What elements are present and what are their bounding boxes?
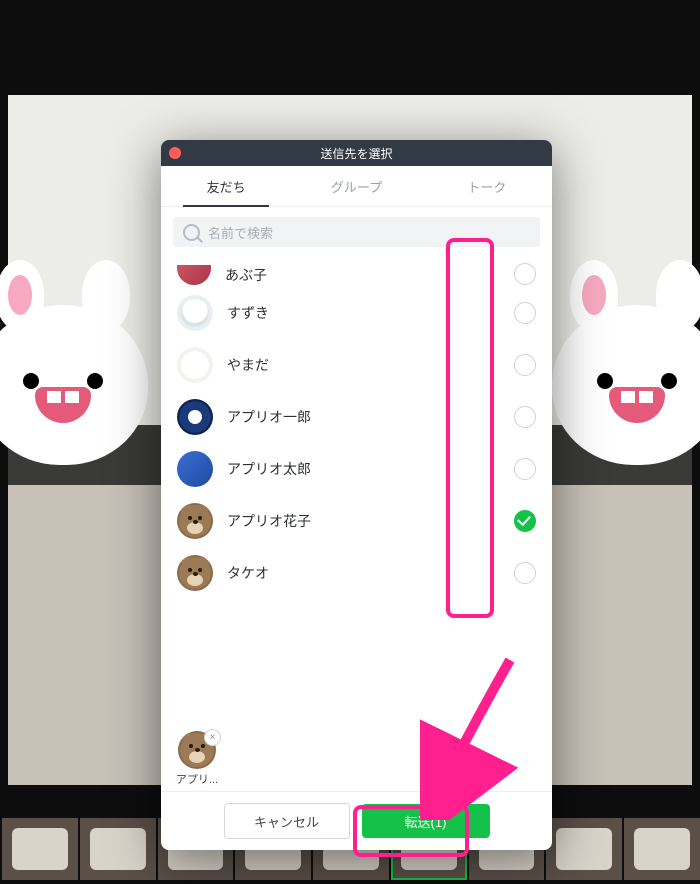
search-placeholder: 名前で検索 — [208, 223, 273, 242]
selected-recipients: × アプリ... — [161, 729, 552, 791]
avatar — [177, 451, 213, 487]
recipient-chip[interactable]: × アプリ... — [175, 731, 219, 787]
search-input[interactable]: 名前で検索 — [173, 217, 540, 247]
thumbnail[interactable] — [546, 818, 622, 880]
friend-row[interactable]: やまだ — [161, 339, 552, 391]
friend-row[interactable]: すずき — [161, 287, 552, 339]
dialog-titlebar: 送信先を選択 — [161, 140, 552, 166]
friend-name: すずき — [227, 303, 514, 323]
select-radio[interactable] — [514, 354, 536, 376]
send-button[interactable]: 転送(1) — [362, 804, 490, 838]
close-window-dot[interactable] — [169, 147, 181, 159]
share-dialog: 送信先を選択 友だちグループトーク 名前で検索 あぶ子すずきやまだアプリオ一郎ア… — [161, 140, 552, 850]
avatar — [177, 265, 211, 285]
select-radio[interactable] — [514, 263, 536, 285]
select-radio[interactable] — [514, 406, 536, 428]
dialog-footer: キャンセル 転送(1) — [161, 791, 552, 850]
thumbnail[interactable] — [80, 818, 156, 880]
search-icon — [183, 224, 200, 241]
select-radio[interactable] — [514, 562, 536, 584]
friend-name: やまだ — [227, 355, 514, 375]
thumbnail[interactable] — [2, 818, 78, 880]
friend-row[interactable]: アプリオ一郎 — [161, 391, 552, 443]
avatar — [177, 399, 213, 435]
friend-name: アプリオ太郎 — [227, 459, 514, 479]
friend-name: アプリオ一郎 — [227, 407, 514, 427]
avatar — [177, 347, 213, 383]
tab-groups[interactable]: グループ — [291, 166, 421, 206]
tab-friends[interactable]: 友だち — [161, 166, 291, 206]
chip-label: アプリ... — [176, 771, 218, 787]
dialog-title: 送信先を選択 — [320, 145, 392, 162]
avatar — [177, 555, 213, 591]
select-radio[interactable] — [514, 458, 536, 480]
friend-name: アプリオ花子 — [227, 511, 514, 531]
tab-talks[interactable]: トーク — [422, 166, 552, 206]
select-radio[interactable] — [514, 510, 536, 532]
friend-list[interactable]: あぶ子すずきやまだアプリオ一郎アプリオ太郎アプリオ花子タケオ — [161, 257, 552, 729]
thumbnail[interactable] — [624, 818, 700, 880]
friend-row[interactable]: アプリオ太郎 — [161, 443, 552, 495]
friend-name: タケオ — [227, 563, 514, 583]
cancel-button[interactable]: キャンセル — [224, 803, 350, 839]
select-radio[interactable] — [514, 302, 536, 324]
friend-row[interactable]: あぶ子 — [161, 257, 552, 287]
friend-row[interactable]: アプリオ花子 — [161, 495, 552, 547]
share-tabs: 友だちグループトーク — [161, 166, 552, 207]
friend-row[interactable]: タケオ — [161, 547, 552, 599]
remove-chip-icon[interactable]: × — [204, 729, 221, 746]
friend-name: あぶ子 — [225, 265, 514, 285]
avatar — [177, 503, 213, 539]
avatar — [177, 295, 213, 331]
